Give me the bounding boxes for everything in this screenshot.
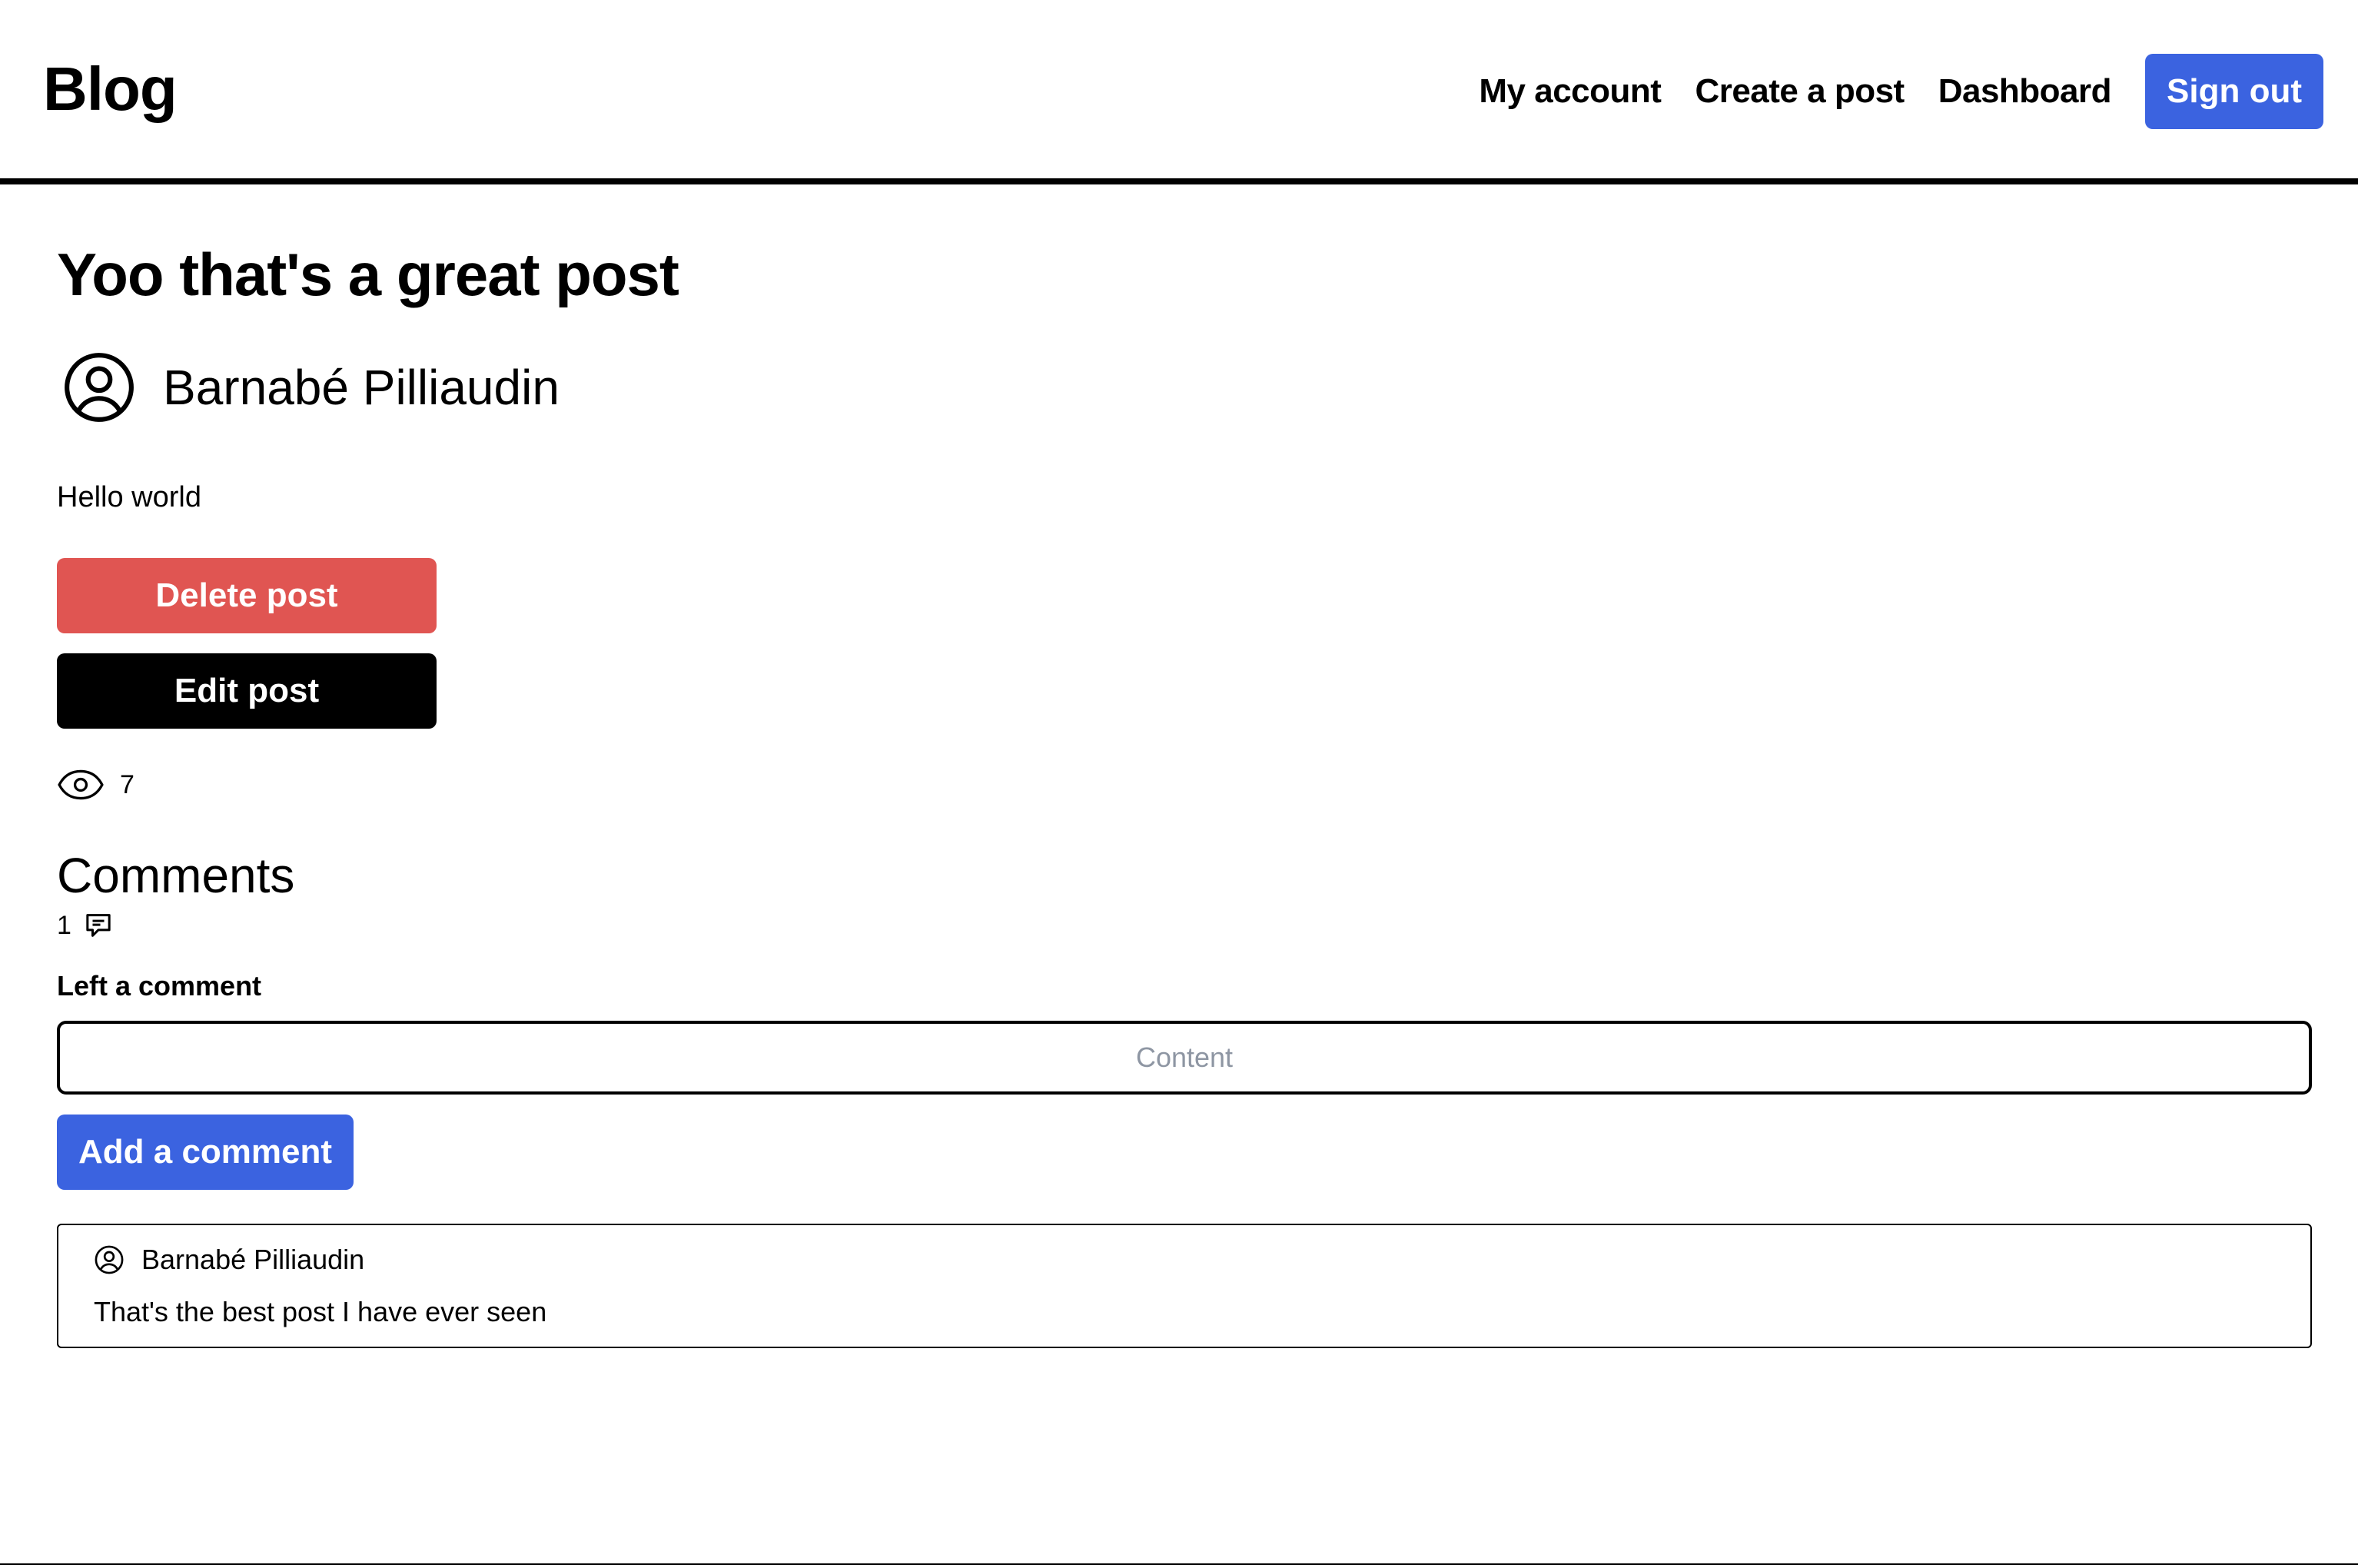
post-body: Hello world xyxy=(57,481,201,513)
post-author: Barnabé Pilliaudin xyxy=(61,350,560,425)
delete-post-button[interactable]: Delete post xyxy=(57,558,437,633)
sign-out-button[interactable]: Sign out xyxy=(2145,54,2323,129)
bottom-divider xyxy=(0,1563,2358,1565)
top-navbar: Blog My account Create a post Dashboard … xyxy=(0,0,2358,184)
nav-my-account[interactable]: My account xyxy=(1479,72,1662,111)
user-circle-icon xyxy=(94,1244,125,1275)
brand-logo-text[interactable]: Blog xyxy=(43,54,178,125)
views-count: 7 xyxy=(120,769,135,799)
comment-text: That's the best post I have ever seen xyxy=(94,1296,547,1327)
chat-bubble-icon xyxy=(82,910,115,941)
page: Blog My account Create a post Dashboard … xyxy=(0,0,2358,1568)
main-nav: My account Create a post Dashboard Sign … xyxy=(1479,54,2323,129)
edit-post-button[interactable]: Edit post xyxy=(57,653,437,729)
user-circle-icon xyxy=(61,350,137,425)
comment-form-label: Left a comment xyxy=(57,970,262,1002)
eye-icon xyxy=(57,766,105,804)
nav-create-post[interactable]: Create a post xyxy=(1695,72,1905,111)
comment-item: Barnabé Pilliaudin That's the best post … xyxy=(57,1224,2312,1348)
comment-author-name: Barnabé Pilliaudin xyxy=(141,1244,365,1275)
nav-dashboard[interactable]: Dashboard xyxy=(1938,72,2112,111)
comment-author: Barnabé Pilliaudin xyxy=(94,1242,364,1277)
post-title: Yoo that's a great post xyxy=(57,241,679,308)
comments-counter: 1 xyxy=(57,909,115,942)
post-author-name: Barnabé Pilliaudin xyxy=(163,360,560,415)
add-comment-button[interactable]: Add a comment xyxy=(57,1115,354,1190)
comment-content-input[interactable] xyxy=(57,1021,2312,1095)
comments-heading: Comments xyxy=(57,848,295,903)
views-counter: 7 xyxy=(57,766,135,804)
comments-count: 1 xyxy=(57,910,71,940)
